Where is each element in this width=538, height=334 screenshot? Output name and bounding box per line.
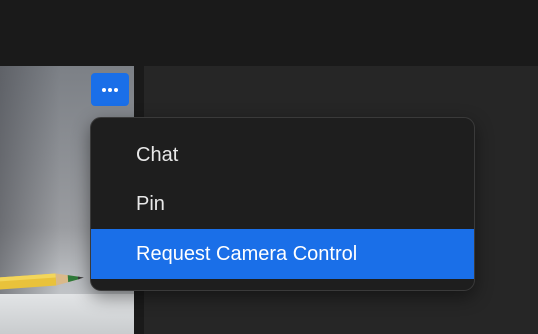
meeting-window: Chat Pin Request Camera Control (0, 0, 538, 334)
top-bar (0, 0, 538, 66)
menu-item-label: Chat (136, 143, 179, 166)
menu-item-label: Pin (136, 192, 165, 215)
more-horizontal-icon (102, 87, 118, 92)
menu-item-pin[interactable]: Pin (91, 180, 474, 228)
video-surface (0, 294, 134, 334)
menu-item-label: Request Camera Control (136, 242, 358, 265)
menu-item-request-camera-control[interactable]: Request Camera Control (91, 229, 474, 279)
menu-item-chat[interactable]: Chat (91, 131, 474, 179)
participant-context-menu: Chat Pin Request Camera Control (90, 117, 475, 291)
more-options-button[interactable] (91, 73, 129, 106)
